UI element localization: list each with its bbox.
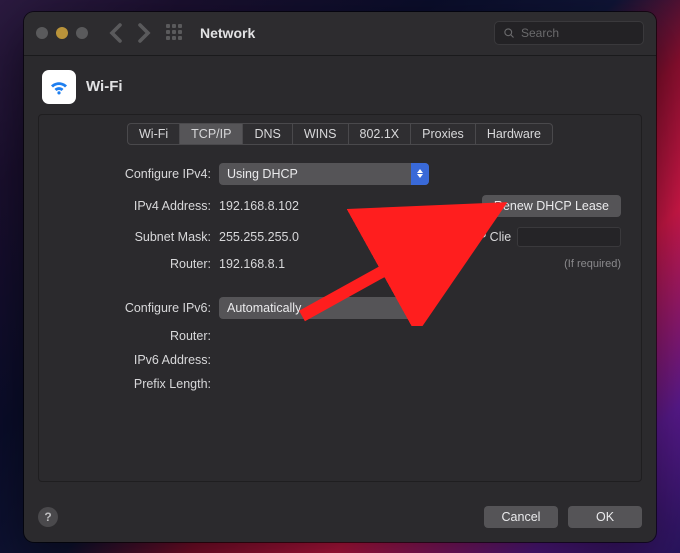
back-button[interactable] bbox=[106, 23, 126, 43]
ipv4-address-value: 192.168.8.102 bbox=[219, 199, 443, 213]
tab-bar: Wi-Fi TCP/IP DNS WINS 802.1X Proxies Har… bbox=[39, 123, 641, 145]
window-title: Network bbox=[200, 25, 255, 41]
ok-button[interactable]: OK bbox=[568, 506, 642, 528]
search-input[interactable]: Search bbox=[494, 21, 644, 45]
minimize-icon[interactable] bbox=[56, 27, 68, 39]
subnet-mask-label: Subnet Mask: bbox=[59, 230, 211, 244]
if-required-label: (If required) bbox=[564, 258, 621, 270]
tcpip-form: Configure IPv4: Using DHCP IPv4 Address:… bbox=[39, 145, 641, 401]
configure-ipv4-label: Configure IPv4: bbox=[59, 167, 211, 181]
router6-label: Router: bbox=[59, 329, 211, 343]
renew-dhcp-lease-button[interactable]: Renew DHCP Lease bbox=[482, 195, 621, 217]
configure-ipv6-value: Automatically bbox=[227, 301, 301, 315]
tab-wins[interactable]: WINS bbox=[292, 123, 349, 145]
traffic-lights bbox=[36, 27, 88, 39]
tab-8021x[interactable]: 802.1X bbox=[348, 123, 412, 145]
close-icon[interactable] bbox=[36, 27, 48, 39]
tab-hardware[interactable]: Hardware bbox=[475, 123, 553, 145]
configure-ipv4-value: Using DHCP bbox=[227, 167, 298, 181]
subnet-mask-value: 255.255.255.0 bbox=[219, 230, 443, 244]
cancel-button[interactable]: Cancel bbox=[484, 506, 558, 528]
all-preferences-icon[interactable] bbox=[166, 24, 184, 42]
prefix-length-label: Prefix Length: bbox=[59, 377, 211, 391]
network-preferences-window: Network Search Wi-Fi Wi-Fi TCP/IP DNS WI… bbox=[24, 12, 656, 542]
help-button[interactable]: ? bbox=[38, 507, 58, 527]
configure-ipv6-label: Configure IPv6: bbox=[59, 301, 211, 315]
ipv6-address-label: IPv6 Address: bbox=[59, 353, 211, 367]
settings-panel: Wi-Fi TCP/IP DNS WINS 802.1X Proxies Har… bbox=[38, 114, 642, 482]
sheet-header: Wi-Fi bbox=[38, 70, 642, 114]
dhcp-client-id-input[interactable] bbox=[517, 227, 621, 247]
router-label: Router: bbox=[59, 257, 211, 271]
chevron-updown-icon bbox=[411, 297, 429, 319]
forward-button[interactable] bbox=[134, 23, 154, 43]
content-area: Wi-Fi Wi-Fi TCP/IP DNS WINS 802.1X Proxi… bbox=[24, 56, 656, 496]
router-value: 192.168.8.1 bbox=[219, 257, 443, 271]
tab-tcpip[interactable]: TCP/IP bbox=[179, 123, 243, 145]
configure-ipv6-select[interactable]: Automatically bbox=[219, 297, 429, 319]
dhcp-client-id-label: DHCP Client ID: bbox=[451, 230, 511, 244]
footer: ? Cancel OK bbox=[24, 496, 656, 542]
sheet-title: Wi-Fi bbox=[86, 78, 123, 95]
search-icon bbox=[503, 27, 515, 39]
maximize-icon[interactable] bbox=[76, 27, 88, 39]
search-placeholder: Search bbox=[521, 26, 559, 40]
configure-ipv4-select[interactable]: Using DHCP bbox=[219, 163, 429, 185]
chevron-updown-icon bbox=[411, 163, 429, 185]
tab-proxies[interactable]: Proxies bbox=[410, 123, 476, 145]
wifi-icon bbox=[42, 70, 76, 104]
tab-wifi[interactable]: Wi-Fi bbox=[127, 123, 180, 145]
window-titlebar: Network Search bbox=[24, 12, 656, 56]
tab-dns[interactable]: DNS bbox=[242, 123, 292, 145]
ipv4-address-label: IPv4 Address: bbox=[59, 199, 211, 213]
